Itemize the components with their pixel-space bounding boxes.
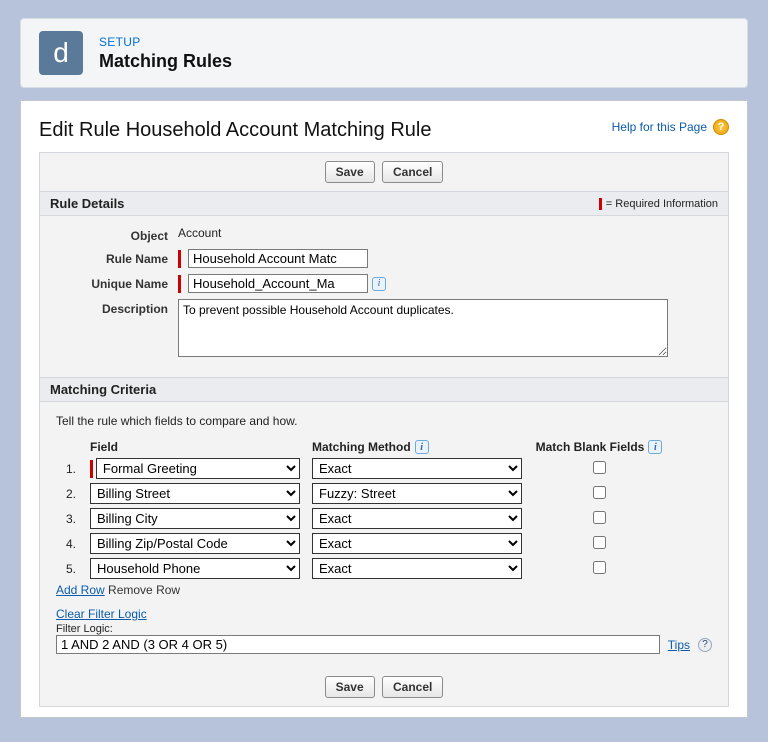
- filter-logic-input[interactable]: [56, 635, 660, 654]
- tips-help-icon[interactable]: ?: [698, 638, 712, 652]
- match-blank-checkbox[interactable]: [593, 536, 606, 549]
- match-blank-checkbox[interactable]: [593, 561, 606, 574]
- criteria-blank-cell: [534, 561, 664, 577]
- row-actions: Add Row Remove Row: [56, 583, 712, 597]
- top-button-row: Save Cancel: [40, 153, 728, 191]
- criteria-field-cell: Household Phone: [90, 558, 300, 579]
- remove-row-text: Remove Row: [108, 583, 180, 597]
- help-block: Help for this Page ?: [612, 119, 729, 135]
- match-blank-checkbox[interactable]: [593, 511, 606, 524]
- criteria-field-cell: Formal Greeting: [90, 458, 300, 479]
- edit-panel: Edit Rule Household Account Matching Rul…: [20, 100, 748, 718]
- criteria-row-number: 3.: [56, 512, 78, 526]
- page-title: Edit Rule Household Account Matching Rul…: [39, 119, 431, 142]
- criteria-method-select[interactable]: Exact: [312, 508, 522, 529]
- criteria-method-select[interactable]: Exact: [312, 458, 522, 479]
- criteria-method-select[interactable]: Exact: [312, 558, 522, 579]
- cancel-button[interactable]: Cancel: [382, 676, 443, 698]
- criteria-hint: Tell the rule which fields to compare an…: [56, 414, 712, 428]
- required-bar-icon: [90, 460, 93, 478]
- criteria-field-select[interactable]: Billing Zip/Postal Code: [90, 533, 300, 554]
- save-button[interactable]: Save: [325, 161, 375, 183]
- section-head-details: Rule Details = Required Information: [40, 191, 728, 216]
- required-bar-icon: [178, 250, 181, 268]
- col-method-label: Matching Method: [312, 440, 411, 454]
- filter-logic-label: Filter Logic:: [56, 623, 712, 635]
- criteria-method-select[interactable]: Exact: [312, 533, 522, 554]
- label-rule-name: Rule Name: [58, 249, 178, 266]
- info-icon[interactable]: i: [415, 440, 429, 454]
- criteria-field-select[interactable]: Billing Street: [90, 483, 300, 504]
- criteria-blank-cell: [534, 461, 664, 477]
- criteria-grid: Field Matching Method i Match Blank Fiel…: [56, 440, 712, 579]
- col-field: Field: [90, 440, 300, 454]
- col-blank: Match Blank Fields i: [534, 440, 664, 454]
- criteria-field-cell: Billing City: [90, 508, 300, 529]
- criteria-row-number: 5.: [56, 562, 78, 576]
- label-description: Description: [58, 299, 178, 316]
- help-link[interactable]: Help for this Page: [612, 120, 707, 134]
- criteria-field-select[interactable]: Household Phone: [90, 558, 300, 579]
- criteria-row-number: 1.: [56, 462, 78, 476]
- required-legend: = Required Information: [599, 198, 718, 210]
- section-title-details: Rule Details: [50, 196, 124, 211]
- cancel-button[interactable]: Cancel: [382, 161, 443, 183]
- bottom-button-row: Save Cancel: [40, 668, 728, 706]
- label-unique-name: Unique Name: [58, 274, 178, 291]
- criteria-field-cell: Billing Street: [90, 483, 300, 504]
- criteria-blank-cell: [534, 486, 664, 502]
- criteria-method-select[interactable]: Fuzzy: Street: [312, 483, 522, 504]
- panel-header: Edit Rule Household Account Matching Rul…: [39, 119, 729, 142]
- criteria-blank-cell: [534, 536, 664, 552]
- col-blank-label: Match Blank Fields: [536, 440, 645, 454]
- required-legend-text: = Required Information: [606, 198, 718, 210]
- rule-details-form: Object Account Rule Name Unique Name i: [40, 216, 728, 377]
- criteria-row-number: 4.: [56, 537, 78, 551]
- filter-logic-row: Tips ?: [56, 635, 712, 654]
- required-bar-icon: [599, 198, 602, 210]
- required-bar-icon: [178, 275, 181, 293]
- setup-label: SETUP: [99, 35, 232, 49]
- match-blank-checkbox[interactable]: [593, 486, 606, 499]
- rule-name-input[interactable]: [188, 249, 368, 268]
- info-icon[interactable]: i: [372, 277, 386, 291]
- setup-title: Matching Rules: [99, 51, 232, 72]
- add-row-link[interactable]: Add Row: [56, 583, 105, 597]
- info-icon[interactable]: i: [648, 440, 662, 454]
- match-blank-checkbox[interactable]: [593, 461, 606, 474]
- editor-container: Save Cancel Rule Details = Required Info…: [39, 152, 729, 707]
- criteria-body: Tell the rule which fields to compare an…: [40, 402, 728, 668]
- criteria-field-cell: Billing Zip/Postal Code: [90, 533, 300, 554]
- clear-filter-logic-link[interactable]: Clear Filter Logic: [56, 607, 147, 621]
- col-method: Matching Method i: [312, 440, 522, 454]
- criteria-field-select[interactable]: Formal Greeting: [96, 458, 300, 479]
- unique-name-input[interactable]: [188, 274, 368, 293]
- setup-icon: d: [39, 31, 83, 75]
- value-object: Account: [178, 226, 221, 240]
- save-button[interactable]: Save: [325, 676, 375, 698]
- description-textarea[interactable]: To prevent possible Household Account du…: [178, 299, 668, 357]
- label-object: Object: [58, 226, 178, 243]
- section-head-criteria: Matching Criteria: [40, 377, 728, 402]
- setup-title-block: SETUP Matching Rules: [99, 35, 232, 72]
- criteria-blank-cell: [534, 511, 664, 527]
- section-title-criteria: Matching Criteria: [50, 382, 156, 397]
- criteria-row-number: 2.: [56, 487, 78, 501]
- criteria-field-select[interactable]: Billing City: [90, 508, 300, 529]
- setup-header: d SETUP Matching Rules: [20, 18, 748, 88]
- tips-link[interactable]: Tips: [668, 638, 690, 652]
- help-icon[interactable]: ?: [713, 119, 729, 135]
